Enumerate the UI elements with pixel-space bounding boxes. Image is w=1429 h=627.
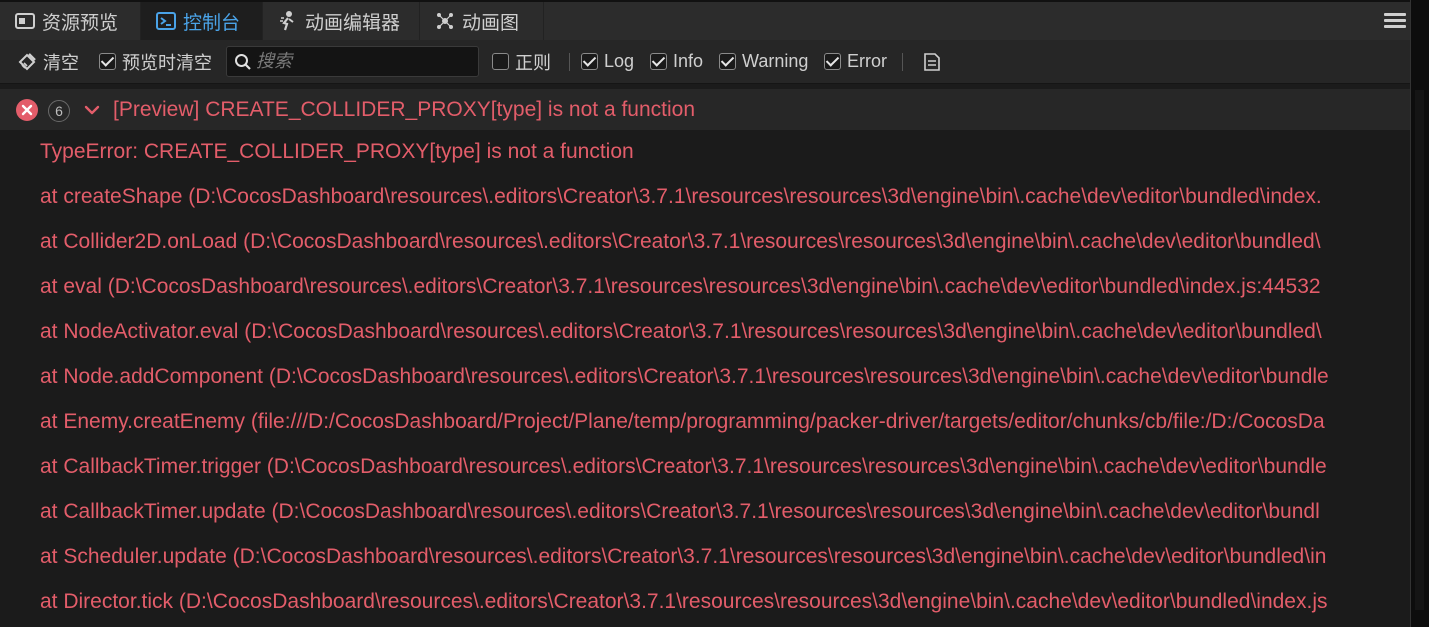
filter-warning-toggle[interactable]: Warning xyxy=(719,40,808,83)
search-input[interactable] xyxy=(256,47,466,76)
hamburger-icon-bar xyxy=(1384,25,1406,28)
stack-line[interactable]: at Node.addComponent (D:\CocosDashboard\… xyxy=(40,362,1329,392)
console-toolbar: 清空 预览时清空 正则 Log Info Warning Error xyxy=(0,40,1410,84)
tab-label: 动画图 xyxy=(462,12,520,34)
document-icon xyxy=(922,52,942,72)
regex-toggle[interactable]: 正则 xyxy=(492,40,551,83)
stack-line[interactable]: at Director.tick (D:\CocosDashboard\reso… xyxy=(40,587,1328,617)
toolbar-divider xyxy=(569,53,570,71)
stack-line[interactable]: at Scheduler.update (D:\CocosDashboard\r… xyxy=(40,542,1326,572)
stack-line[interactable]: at eval (D:\CocosDashboard\resources\.ed… xyxy=(40,272,1321,302)
filter-error-checkbox[interactable] xyxy=(824,53,841,70)
tab-animation-editor[interactable]: 动画编辑器 xyxy=(263,2,420,40)
filter-log-toggle[interactable]: Log xyxy=(581,40,634,83)
filter-warning-label: Warning xyxy=(742,51,809,71)
hamburger-icon-bar xyxy=(1384,19,1406,22)
search-icon xyxy=(230,49,256,75)
animation-graph-icon xyxy=(434,10,456,32)
log-message[interactable]: [Preview] CREATE_COLLIDER_PROXY[type] is… xyxy=(113,98,695,122)
console-log-list[interactable]: 6 [Preview] CREATE_COLLIDER_PROXY[type] … xyxy=(0,85,1410,627)
stack-line[interactable]: at Collider2D.onLoad (D:\CocosDashboard\… xyxy=(40,227,1321,257)
asset-preview-icon xyxy=(14,10,36,32)
clear-label: 清空 xyxy=(43,52,79,73)
stack-line[interactable]: at Enemy.creatEnemy (file:///D:/CocosDas… xyxy=(40,407,1325,437)
error-icon xyxy=(16,99,38,121)
toolbar-divider xyxy=(902,53,903,71)
filter-info-label: Info xyxy=(673,51,704,71)
stack-line[interactable]: at NodeActivator.eval (D:\CocosDashboard… xyxy=(40,317,1322,347)
console-icon xyxy=(155,10,177,32)
tab-asset-preview[interactable]: 资源预览 xyxy=(0,2,141,40)
filter-warning-checkbox[interactable] xyxy=(719,53,736,70)
scrollbar-thumb[interactable] xyxy=(1415,90,1424,610)
stack-line[interactable]: at CallbackTimer.update (D:\CocosDashboa… xyxy=(40,497,1320,527)
tab-label: 资源预览 xyxy=(42,12,119,34)
log-entry-header[interactable]: 6 [Preview] CREATE_COLLIDER_PROXY[type] … xyxy=(0,89,1410,130)
vertical-scrollbar[interactable] xyxy=(1410,0,1429,627)
filter-info-toggle[interactable]: Info xyxy=(650,40,703,83)
clear-button[interactable]: 清空 xyxy=(17,40,79,83)
stack-line[interactable]: at CallbackTimer.trigger (D:\CocosDashbo… xyxy=(40,452,1327,482)
filter-log-label: Log xyxy=(604,51,635,71)
chevron-down-icon[interactable] xyxy=(84,103,100,117)
repeat-count-badge: 6 xyxy=(48,100,70,122)
filter-error-toggle[interactable]: Error xyxy=(824,40,887,83)
animation-editor-icon xyxy=(277,10,299,32)
filter-info-checkbox[interactable] xyxy=(650,53,667,70)
open-log-file-button[interactable] xyxy=(922,40,942,83)
clear-on-preview-checkbox[interactable] xyxy=(99,53,116,70)
panel-menu-button[interactable] xyxy=(1384,11,1406,31)
broom-icon xyxy=(17,52,37,72)
regex-checkbox[interactable] xyxy=(492,53,509,70)
tab-label: 控制台 xyxy=(183,12,241,34)
hamburger-icon xyxy=(1384,13,1406,16)
tab-animation-graph[interactable]: 动画图 xyxy=(420,2,544,40)
stack-line[interactable]: TypeError: CREATE_COLLIDER_PROXY[type] i… xyxy=(40,137,634,167)
panel-tab-bar: 资源预览 控制台 动画编辑器 动画图 xyxy=(0,0,1410,40)
search-box xyxy=(226,46,479,77)
tab-console[interactable]: 控制台 xyxy=(141,2,263,40)
regex-label: 正则 xyxy=(515,52,551,73)
clear-on-preview-toggle[interactable]: 预览时清空 xyxy=(99,40,212,83)
stack-line[interactable]: at createShape (D:\CocosDashboard\resour… xyxy=(40,182,1322,212)
clear-on-preview-label: 预览时清空 xyxy=(122,52,212,73)
tab-label: 动画编辑器 xyxy=(305,12,401,34)
filter-error-label: Error xyxy=(847,51,887,71)
filter-log-checkbox[interactable] xyxy=(581,53,598,70)
